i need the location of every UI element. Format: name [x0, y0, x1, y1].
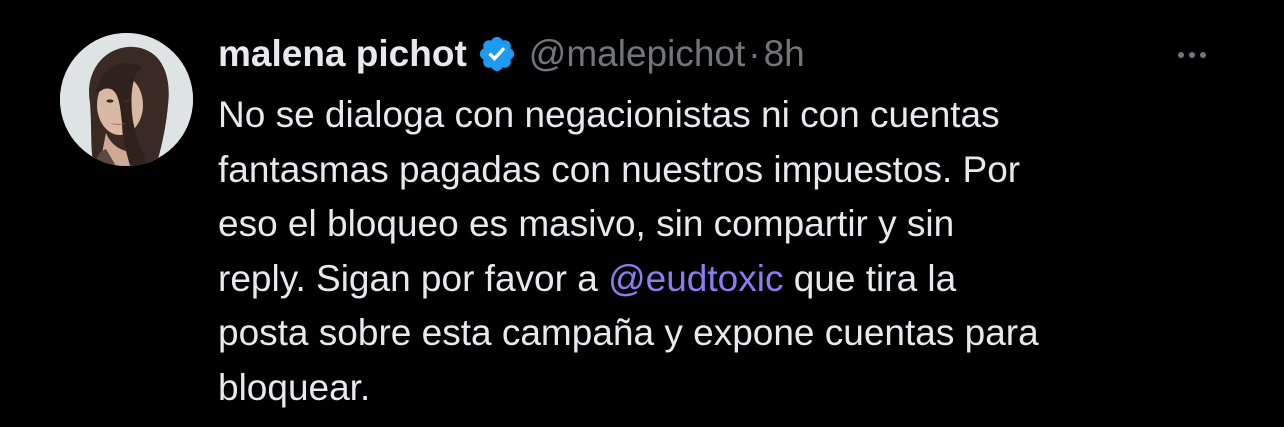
tweet: malena pichot @malepichot · 8h No se dia…: [0, 0, 1284, 427]
avatar[interactable]: [60, 33, 193, 166]
more-options-button[interactable]: [1170, 40, 1214, 70]
verified-badge-icon[interactable]: [477, 34, 517, 74]
tweet-text-line: eso el bloqueo es masivo, sin compartir …: [218, 203, 955, 244]
tweet-text-segment: reply. Sigan por favor a: [218, 257, 609, 299]
avatar-photo: [60, 33, 193, 166]
author-display-name[interactable]: malena pichot: [218, 33, 467, 75]
tweet-text-line: bloquear.: [218, 366, 371, 408]
more-horizontal-icon: [1178, 52, 1206, 58]
tweet-text-line: reply. Sigan por favor a @eudtoxic que t…: [218, 252, 1258, 307]
tweet-text-line: fantasmas pagadas con nuestros impuestos…: [218, 148, 1021, 190]
author-handle[interactable]: @malepichot: [529, 33, 746, 75]
tweet-text-segment: que tira la: [783, 257, 957, 299]
header-separator: ·: [748, 33, 761, 74]
tweet-header: malena pichot @malepichot · 8h: [218, 28, 805, 80]
tweet-text-line: posta sobre esta campaña y expone cuenta…: [218, 312, 1039, 353]
tweet-text-line: No se dialoga con negacionistas ni con c…: [218, 94, 1000, 135]
mention-link[interactable]: @eudtoxic: [608, 258, 783, 299]
tweet-text: No se dialoga con negacionistas ni con c…: [218, 88, 1258, 415]
tweet-timestamp[interactable]: 8h: [764, 33, 805, 75]
